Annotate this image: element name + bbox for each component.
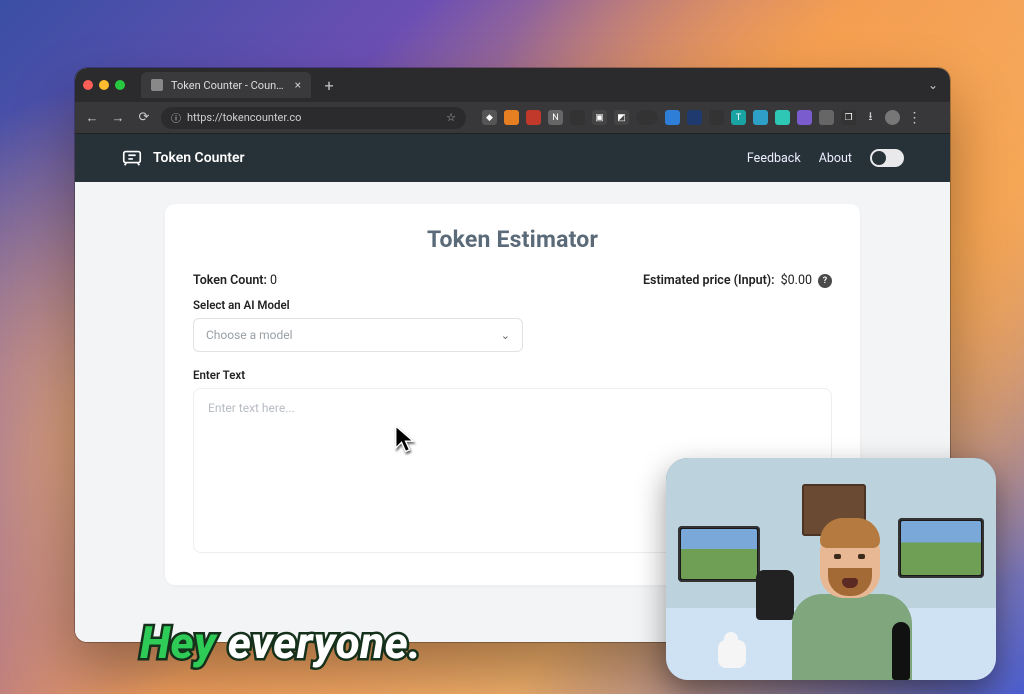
nav-about[interactable]: About [819, 151, 852, 166]
downloads-icon[interactable]: ⭳ [863, 110, 878, 125]
extension-icon[interactable] [665, 110, 680, 125]
caption-word: everyone. [228, 617, 422, 669]
minimize-window-button[interactable] [99, 80, 109, 90]
back-button[interactable]: ← [83, 110, 101, 126]
extension-icon[interactable] [753, 110, 768, 125]
tab-title: Token Counter - Count Token [171, 79, 287, 92]
theme-toggle[interactable] [870, 149, 904, 167]
new-tab-button[interactable]: + [319, 76, 339, 95]
estimated-price: Estimated price (Input): $0.00 ? [643, 273, 832, 288]
extension-icon[interactable] [636, 110, 658, 125]
window-controls [83, 80, 125, 90]
reload-button[interactable]: ⟳ [135, 110, 153, 125]
extension-icon[interactable] [775, 110, 790, 125]
text-input-label: Enter Text [193, 368, 832, 382]
extension-icon[interactable] [819, 110, 834, 125]
profile-avatar[interactable] [885, 110, 900, 125]
video-caption: Hey everyone. [140, 617, 421, 669]
site-info-icon[interactable]: ⓘ [171, 110, 181, 125]
model-select-label: Select an AI Model [193, 298, 832, 312]
token-count-value: 0 [270, 273, 277, 288]
extension-icon[interactable]: ▣ [592, 110, 607, 125]
url-text: https://tokencounter.co [187, 111, 301, 124]
caption-word: Hey [140, 617, 216, 669]
model-select[interactable]: Choose a model ⌄ [193, 318, 523, 352]
bookmark-icon[interactable]: ☆ [446, 111, 456, 124]
extension-icon[interactable] [526, 110, 541, 125]
extensions-area: ◆ N ▣ ◩ T ❐ ⭳ ⋮ [482, 110, 922, 125]
help-icon[interactable]: ? [818, 274, 832, 288]
extension-icon[interactable]: ◆ [482, 110, 497, 125]
extension-icon[interactable]: N [548, 110, 563, 125]
price-label: Estimated price (Input): [643, 273, 775, 288]
maximize-window-button[interactable] [115, 80, 125, 90]
tab-strip: Token Counter - Count Token × + ⌄ [75, 68, 950, 102]
extension-icon[interactable] [570, 110, 585, 125]
extension-icon[interactable]: ◩ [614, 110, 629, 125]
page-heading: Token Estimator [193, 226, 832, 253]
extension-icon[interactable]: T [731, 110, 746, 125]
browser-tab[interactable]: Token Counter - Count Token × [141, 72, 311, 98]
close-window-button[interactable] [83, 80, 93, 90]
chevron-down-icon: ⌄ [501, 329, 510, 342]
extension-icon[interactable] [504, 110, 519, 125]
extension-icon[interactable] [687, 110, 702, 125]
desktop-wallpaper: Token Counter - Count Token × + ⌄ ← → ⟳ … [0, 0, 1024, 694]
url-field[interactable]: ⓘ https://tokencounter.co ☆ [161, 107, 466, 129]
site-header: Token Counter Feedback About [75, 134, 950, 182]
webcam-overlay [666, 458, 996, 680]
token-count-label: Token Count: [193, 273, 267, 288]
model-select-placeholder: Choose a model [206, 328, 293, 342]
extension-icon[interactable] [797, 110, 812, 125]
site-logo-icon [121, 147, 143, 169]
site-title: Token Counter [153, 150, 245, 166]
extension-icon[interactable] [709, 110, 724, 125]
forward-button[interactable]: → [109, 110, 127, 126]
close-tab-icon[interactable]: × [295, 79, 301, 91]
token-count: Token Count: 0 [193, 273, 277, 288]
extensions-menu-icon[interactable]: ❐ [841, 110, 856, 125]
price-value: $0.00 [781, 273, 812, 288]
nav-feedback[interactable]: Feedback [747, 151, 801, 166]
tab-overflow-icon[interactable]: ⌄ [928, 78, 942, 92]
address-bar: ← → ⟳ ⓘ https://tokencounter.co ☆ ◆ N ▣ … [75, 102, 950, 134]
tab-favicon [151, 79, 163, 91]
browser-menu-icon[interactable]: ⋮ [907, 110, 922, 125]
